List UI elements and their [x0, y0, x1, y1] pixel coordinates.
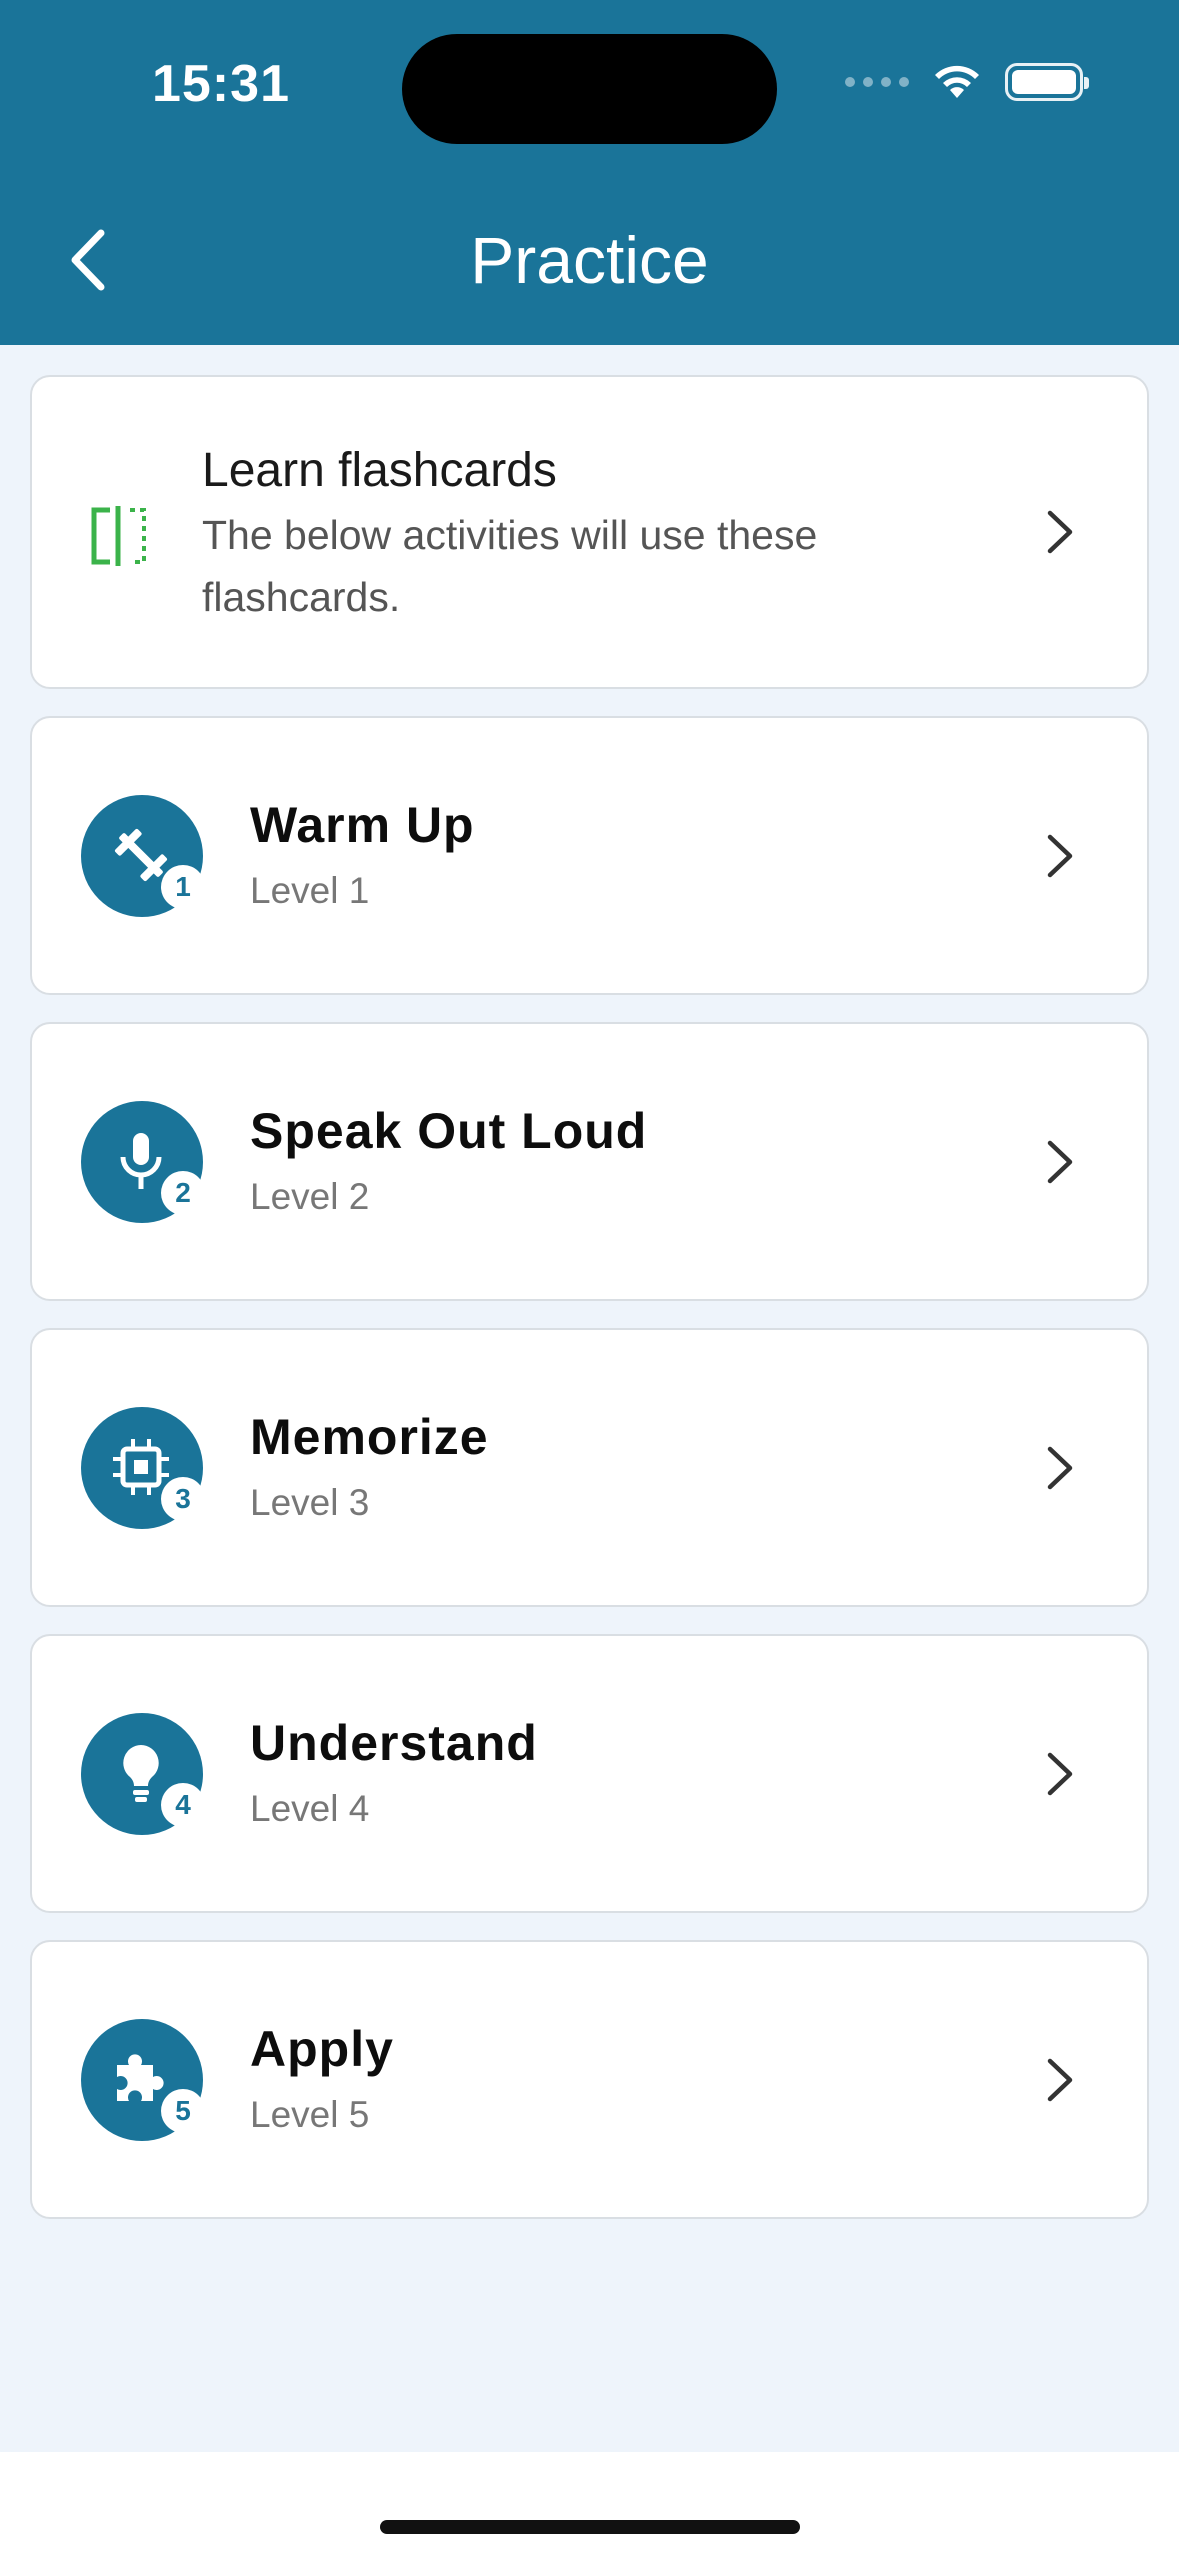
level-text: Memorize Level 3 [250, 1408, 489, 1524]
page-title: Practice [470, 223, 709, 297]
level-text: Understand Level 4 [250, 1714, 538, 1830]
level-subtitle: Level 2 [250, 1176, 370, 1217]
chevron-right-icon [1047, 1446, 1073, 1489]
bottom-safe-area [0, 2452, 1179, 2556]
level-title: Speak Out Loud [250, 1103, 648, 1159]
level-card-understand[interactable]: 4 Understand Level 4 [30, 1634, 1149, 1913]
level-text: Warm Up Level 1 [250, 796, 475, 912]
level-badge: 4 [161, 1782, 205, 1827]
level-subtitle: Level 5 [250, 2094, 370, 2135]
level-badge: 3 [161, 1476, 205, 1521]
chevron-right-icon [1047, 510, 1073, 554]
level-text: Speak Out Loud Level 2 [250, 1102, 647, 1218]
flashcards-text: Learn flashcards The below activities wi… [202, 443, 982, 628]
level-badge: 2 [161, 1170, 205, 1215]
cellular-signal-icon [845, 77, 909, 87]
level-title: Understand [250, 1715, 538, 1771]
battery-icon [1005, 63, 1089, 101]
dynamic-island [402, 34, 777, 144]
level-subtitle: Level 3 [250, 1482, 370, 1523]
level-title: Apply [250, 2021, 394, 2077]
level-title: Memorize [250, 1409, 489, 1465]
level-card-speak-out-loud[interactable]: 2 Speak Out Loud Level 2 [30, 1022, 1149, 1301]
level-subtitle: Level 4 [250, 1788, 370, 1829]
level-badge: 1 [161, 864, 205, 909]
flashcards-title: Learn flashcards [202, 444, 557, 497]
level-badge: 5 [161, 2088, 205, 2133]
flashcards-description: The below activities will use these flas… [202, 512, 818, 620]
chevron-right-icon [1047, 1140, 1073, 1183]
practice-list: Learn flashcards The below activities wi… [30, 375, 1149, 2246]
chevron-right-icon [1047, 1752, 1073, 1795]
app-header: 15:31 Practice [0, 0, 1179, 345]
home-indicator[interactable] [380, 2520, 800, 2534]
warm-up-icon-circle: 1 [81, 794, 205, 917]
level-title: Warm Up [250, 797, 475, 853]
level-card-memorize[interactable]: 3 Memorize Level 3 [30, 1328, 1149, 1607]
level-card-apply[interactable]: 5 Apply Level 5 [30, 1940, 1149, 2219]
level-subtitle: Level 1 [250, 870, 370, 911]
split-cards-icon [91, 506, 146, 566]
chevron-right-icon [1047, 2058, 1073, 2101]
status-time: 15:31 [152, 55, 290, 113]
level-card-warm-up[interactable]: 1 Warm Up Level 1 [30, 716, 1149, 995]
learn-flashcards-card[interactable]: Learn flashcards The below activities wi… [30, 375, 1149, 689]
level-text: Apply Level 5 [250, 2020, 394, 2136]
wifi-icon [935, 65, 979, 98]
status-icons [845, 62, 1089, 102]
understand-icon-circle: 4 [81, 1712, 205, 1835]
memorize-icon-circle: 3 [81, 1406, 205, 1529]
apply-icon-circle: 5 [81, 2018, 205, 2141]
speak-icon-circle: 2 [81, 1100, 205, 1223]
chevron-right-icon [1047, 834, 1073, 877]
